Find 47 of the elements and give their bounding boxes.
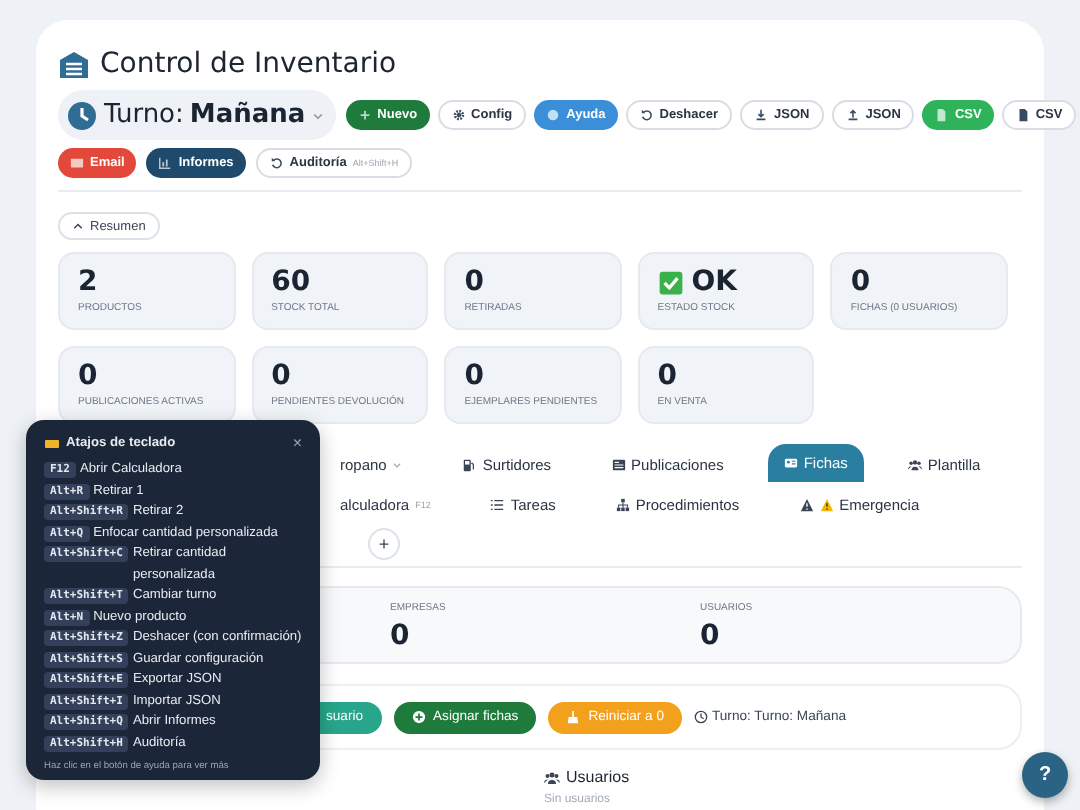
stat-value: OK (691, 268, 738, 296)
stat-value: 60 (271, 268, 311, 296)
caret-icon (311, 109, 324, 121)
upload-icon (845, 108, 860, 122)
stat-value: 0 (850, 268, 871, 296)
counter-value: 0 (390, 620, 412, 652)
chart-icon (158, 156, 173, 170)
stat-value: 0 (271, 362, 291, 390)
help-icon (546, 108, 561, 122)
settings-icon (451, 108, 466, 122)
shift-label: Turno: (104, 100, 184, 130)
fuel-pump-icon (462, 458, 477, 472)
clock-icon (66, 99, 98, 131)
warning-icon (819, 497, 834, 511)
undo-icon (639, 108, 654, 122)
stat-value: 0 (464, 268, 484, 296)
page-title: Control de Inventario (100, 48, 397, 80)
warehouse-icon (58, 48, 90, 80)
newspaper-icon (611, 458, 626, 472)
clock-icon (694, 710, 708, 724)
check-icon (657, 269, 684, 295)
users-icon (544, 769, 560, 785)
stat-value: 2 (78, 268, 98, 296)
users-icon (907, 458, 922, 472)
warning-icon (799, 497, 814, 511)
help-fab[interactable]: ? (1022, 752, 1068, 798)
plus-circle-icon (411, 710, 426, 724)
file-icon (1015, 108, 1030, 122)
close-button[interactable]: × (292, 434, 302, 452)
id-card-icon (783, 456, 798, 470)
sitemap-icon (615, 497, 630, 511)
download-icon (754, 108, 769, 122)
stat-value: 0 (657, 362, 678, 390)
stat-value: 0 (78, 362, 98, 390)
section-heading: Usuarios (566, 768, 630, 786)
envelope-icon (70, 156, 84, 170)
stat-value: 0 (464, 362, 484, 390)
keyboard-icon (44, 435, 60, 451)
list-icon (490, 497, 505, 511)
add-button[interactable]: + (368, 528, 400, 560)
file-icon (934, 108, 949, 122)
shift-value: Mañana (189, 100, 306, 130)
shift-selector[interactable]: Turno: Mañana (58, 90, 336, 140)
broom-icon (566, 710, 581, 724)
plus-icon (357, 108, 372, 122)
undo-icon (269, 156, 284, 170)
counter-value: 0 (700, 620, 722, 652)
